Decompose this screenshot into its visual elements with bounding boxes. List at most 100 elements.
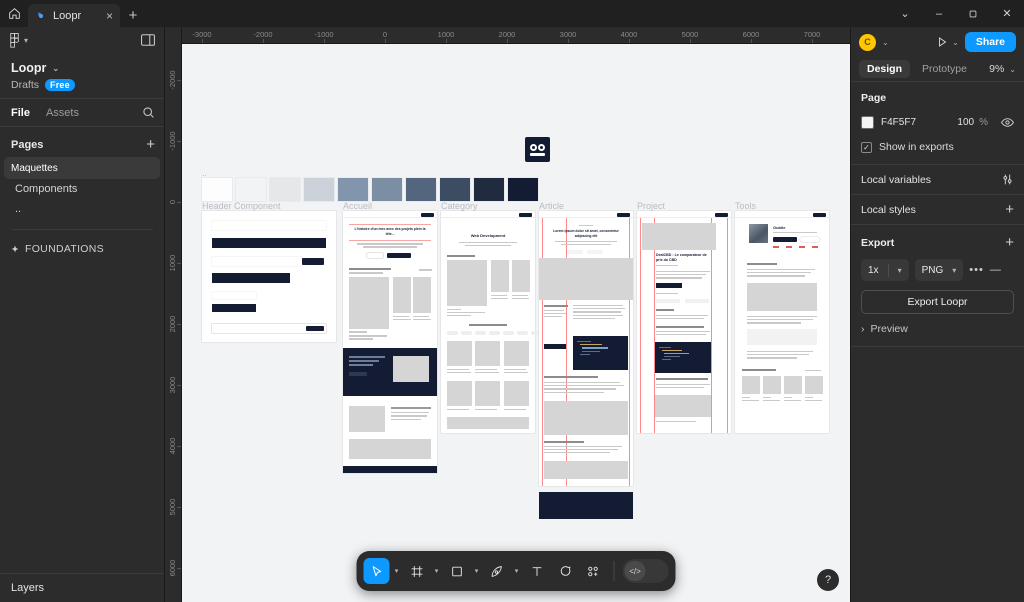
close-button[interactable]: ✕ (990, 0, 1024, 27)
page-color-field[interactable]: F4F5F7 100 % (861, 112, 988, 132)
frame-label-accueil[interactable]: Accueil (343, 201, 372, 211)
minimize-button[interactable]: – (922, 0, 956, 27)
frame-label-header-component[interactable]: Header Component (202, 201, 281, 211)
local-variables-row[interactable]: Local variables (851, 165, 1024, 195)
palette-swatch[interactable] (440, 178, 470, 201)
ruler-tick: -2000 (168, 70, 177, 90)
page-item-more[interactable]: .. (4, 199, 160, 219)
chevron-down-icon[interactable]: ▾ (472, 567, 482, 575)
export-format-select[interactable]: PNG ▾ (914, 259, 964, 281)
plus-icon[interactable]: + (1005, 202, 1014, 217)
left-sidebar-tabs: File Assets (0, 98, 164, 127)
palette-swatch[interactable] (304, 178, 334, 201)
share-button[interactable]: Share (964, 32, 1016, 52)
browser-tab-loopr[interactable]: Loopr × (28, 4, 120, 27)
design-canvas[interactable]: .. Header Component Accueil Category Art… (182, 44, 850, 602)
palette-swatch[interactable] (474, 178, 504, 201)
palette-swatch[interactable] (406, 178, 436, 201)
chevron-down-icon[interactable]: ⌄ (52, 64, 59, 73)
export-button[interactable]: Export Loopr (861, 290, 1014, 314)
figma-menu-button[interactable]: ▾ (9, 32, 28, 48)
tab-prototype[interactable]: Prototype (914, 60, 975, 78)
foundations-section[interactable]: FOUNDATIONS (0, 230, 164, 255)
frame-tools[interactable]: Oublie (735, 211, 829, 433)
color-hex-value[interactable]: F4F5F7 (881, 117, 957, 128)
frame-project[interactable]: DealCBD : Le comparateur de prix du CBD (637, 211, 731, 433)
eye-icon[interactable] (1001, 116, 1014, 129)
show-in-exports-row[interactable]: ✓ Show in exports (861, 141, 1014, 153)
opacity-value[interactable]: 100 (957, 117, 974, 128)
frame-accueil[interactable]: L'histoire d'un mec avec des projets ple… (343, 211, 437, 473)
palette-swatch[interactable] (202, 178, 232, 201)
frame-header-component[interactable] (202, 211, 336, 342)
file-name: Loopr (11, 61, 47, 75)
tab-design[interactable]: Design (859, 60, 911, 78)
move-tool[interactable] (363, 558, 390, 584)
file-location[interactable]: Drafts (11, 79, 39, 91)
add-page-button[interactable]: + (146, 137, 155, 152)
palette-swatch[interactable] (236, 178, 266, 201)
chevron-down-icon[interactable]: ⌄ (888, 0, 922, 27)
new-tab-button[interactable]: + (120, 4, 146, 27)
text-tool[interactable] (524, 557, 550, 585)
frame-tool[interactable] (404, 557, 430, 585)
present-button[interactable]: ⌄ (936, 36, 959, 48)
tab-assets[interactable]: Assets (46, 107, 79, 119)
restore-button[interactable] (956, 0, 990, 27)
palette-swatch[interactable] (508, 178, 538, 201)
canvas-area[interactable]: -3000 -2000 -1000 0 1000 2000 3000 4000 5000 6000… (165, 27, 850, 602)
chevron-down-icon[interactable]: ▾ (512, 567, 522, 575)
frame-label-project[interactable]: Project (637, 201, 665, 211)
sliders-icon[interactable] (1001, 173, 1014, 186)
palette-swatch[interactable] (372, 178, 402, 201)
color-palette-strip[interactable] (202, 178, 538, 201)
article-footer[interactable] (539, 492, 633, 519)
page-item-components[interactable]: Components (4, 179, 160, 199)
frame-article[interactable]: Lorem ipsum dolor sit amet, consectetur … (539, 211, 633, 486)
ruler-mark (263, 39, 264, 43)
comment-tool[interactable] (552, 557, 578, 585)
local-styles-row[interactable]: Local styles + (851, 195, 1024, 225)
pen-tool[interactable] (484, 557, 510, 585)
frame-label-article[interactable]: Article (539, 201, 564, 211)
home-icon[interactable] (0, 0, 28, 27)
frame-label-tools[interactable]: Tools (735, 201, 756, 211)
export-scale-select[interactable]: 1x ▾ (861, 259, 909, 281)
search-icon[interactable] (142, 106, 155, 119)
shape-tool[interactable] (444, 557, 470, 585)
ruler-mark (177, 263, 181, 264)
minus-icon[interactable]: — (990, 264, 1001, 276)
chevron-down-icon[interactable]: ⌄ (882, 38, 889, 47)
ellipsis-icon[interactable]: ••• (969, 264, 984, 276)
ruler-tick: -1000 (168, 131, 177, 151)
palette-swatch[interactable] (270, 178, 300, 201)
zoom-control[interactable]: 9% ⌄ (989, 63, 1016, 75)
chevron-down-icon[interactable]: ▾ (392, 567, 402, 575)
color-swatch[interactable] (861, 115, 874, 129)
checkbox[interactable]: ✓ (861, 141, 872, 153)
page-item-maquettes[interactable]: Maquettes (4, 157, 160, 179)
foundations-label: FOUNDATIONS (25, 243, 104, 255)
actions-tool[interactable] (580, 557, 606, 585)
close-icon[interactable]: × (106, 10, 113, 22)
preview-toggle[interactable]: › Preview (861, 323, 1014, 335)
loopr-logo[interactable] (525, 137, 550, 162)
tab-file[interactable]: File (11, 107, 30, 119)
plan-badge[interactable]: Free (45, 79, 75, 91)
chevron-down-icon[interactable]: ⌄ (952, 38, 959, 47)
ruler-mark (812, 39, 813, 43)
frame-label-category[interactable]: Category (441, 201, 478, 211)
page-section-title: Page (861, 92, 887, 104)
panel-toggle-icon[interactable] (141, 34, 155, 46)
ruler-tick: 2000 (498, 30, 516, 39)
left-sidebar-topbar: ▾ (0, 27, 164, 53)
chevron-down-icon[interactable]: ▾ (432, 567, 442, 575)
frame-category[interactable]: Web Development (441, 211, 542, 433)
dev-mode-toggle[interactable]: </> (622, 559, 669, 583)
avatar[interactable]: C (859, 33, 876, 51)
add-export-button[interactable]: + (1005, 235, 1014, 250)
file-name-row[interactable]: Loopr ⌄ (11, 61, 153, 75)
right-sidebar-topbar: C ⌄ ⌄ Share (851, 27, 1024, 57)
help-button[interactable]: ? (817, 569, 839, 591)
palette-swatch[interactable] (338, 178, 368, 201)
